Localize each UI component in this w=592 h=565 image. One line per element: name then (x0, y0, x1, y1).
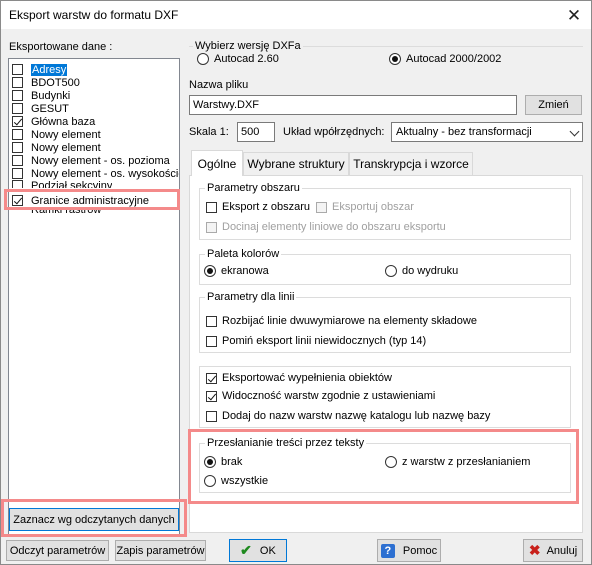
export-from-area-checkbox[interactable]: Eksport z obszaru (206, 201, 310, 213)
help-icon: ? (380, 543, 395, 558)
list-item[interactable]: Główna baza (12, 115, 95, 128)
checkbox[interactable] (206, 335, 217, 347)
list-item[interactable]: Nowy element (12, 141, 101, 154)
checkbox[interactable] (12, 168, 23, 179)
checkbox[interactable] (12, 155, 23, 166)
checkbox[interactable] (206, 410, 217, 422)
scale-input[interactable]: 500 (237, 122, 275, 142)
palette-print-radio[interactable]: do wydruku (385, 265, 458, 277)
checkbox[interactable] (206, 221, 217, 233)
radio[interactable] (385, 456, 397, 468)
version-radio-2000[interactable]: Autocad 2000/2002 (389, 53, 501, 65)
change-file-button[interactable]: Zmień (525, 95, 582, 115)
list-item[interactable]: Nowy element - os. pozioma (12, 154, 170, 167)
list-item[interactable]: Nowy element - os. wysokościo (12, 167, 179, 180)
ok-button[interactable]: ✔ OK (229, 539, 287, 562)
checkbox[interactable] (12, 180, 23, 188)
list-item[interactable]: Budynki (12, 89, 70, 102)
skip-invisible-checkbox[interactable]: Pomiń eksport linii niewidocznych (typ 1… (206, 335, 426, 347)
list-item[interactable]: Podział sekcyjny (12, 180, 112, 188)
list-item[interactable]: GESUT (12, 102, 69, 115)
file-name-label: Nazwa pliku (189, 79, 249, 91)
close-icon[interactable]: ✕ (557, 1, 591, 30)
list-item[interactable]: Nowy element (12, 128, 101, 141)
exported-data-label: Eksportowane dane : (9, 41, 113, 53)
checkbox[interactable] (206, 201, 217, 213)
cancel-button[interactable]: ✖ Anuluj (523, 539, 583, 562)
split-lines-checkbox[interactable]: Rozbijać linie dwuwymiarowe na elementy … (206, 315, 477, 327)
read-params-button[interactable]: Odczyt parametrów (6, 540, 109, 561)
radio[interactable] (204, 475, 216, 487)
chevron-down-icon[interactable] (569, 126, 580, 137)
scale-label: Skala 1: (189, 126, 229, 138)
checkbox[interactable] (12, 103, 23, 114)
radio[interactable] (389, 53, 401, 65)
tab-selected-structures[interactable]: Wybrane struktury (243, 152, 349, 175)
checkbox[interactable] (12, 195, 23, 206)
export-dialog: Eksport warstw do formatu DXF ✕ Eksporto… (0, 0, 592, 565)
radio[interactable] (197, 53, 209, 65)
title-bar: Eksport warstw do formatu DXF ✕ (1, 1, 591, 30)
list-item[interactable]: Ramki rastrów (12, 208, 101, 216)
close-icon: ✖ (528, 542, 541, 558)
checkbox[interactable] (12, 129, 23, 140)
tab-general[interactable]: Ogólne (191, 150, 243, 176)
overlap-all-radio[interactable]: wszystkie (204, 475, 268, 487)
mark-by-read-data-button[interactable]: Zaznacz wg odczytanych danych (9, 508, 179, 531)
add-catalog-name-checkbox[interactable]: Dodaj do nazw warstw nazwę katalogu lub … (206, 410, 490, 422)
export-zone-checkbox[interactable]: Eksportuj obszar (316, 201, 414, 213)
layer-list[interactable]: Adresy BDOT500 Budynki GESUT Główna baza… (8, 58, 180, 536)
checkbox[interactable] (206, 315, 217, 327)
list-item[interactable]: BDOT500 (12, 76, 80, 89)
help-button[interactable]: ? Pomoc (377, 539, 441, 562)
coords-select[interactable]: Aktualny - bez transformacji (391, 122, 583, 142)
save-params-button[interactable]: Zapis parametrów (115, 540, 206, 561)
export-fill-checkbox[interactable]: Eksportować wypełnienia obiektów (206, 372, 392, 384)
checkbox[interactable] (12, 77, 23, 88)
checkbox[interactable] (206, 372, 217, 384)
coords-label: Układ wpółrzędnych: (283, 126, 385, 138)
checkbox[interactable] (12, 142, 23, 153)
list-item[interactable]: Granice administracyjne (12, 194, 149, 207)
radio[interactable] (385, 265, 397, 277)
checkbox[interactable] (206, 390, 217, 402)
trim-lines-checkbox[interactable]: Docinaj elementy liniowe do obszaru eksp… (206, 221, 446, 233)
checkbox[interactable] (316, 201, 327, 213)
check-icon: ✔ (240, 542, 252, 558)
radio[interactable] (204, 456, 216, 468)
checkbox[interactable] (12, 116, 23, 127)
window-title: Eksport warstw do formatu DXF (9, 8, 179, 22)
checkbox[interactable] (12, 64, 23, 75)
checkbox[interactable] (12, 90, 23, 101)
overlap-none-radio[interactable]: brak (204, 456, 242, 468)
overlap-from-layers-radio[interactable]: z warstw z przesłanianiem (385, 456, 530, 468)
file-name-input[interactable]: Warstwy.DXF (189, 95, 517, 115)
tab-transcription[interactable]: Transkrypcja i wzorce (349, 152, 473, 175)
palette-screen-radio[interactable]: ekranowa (204, 265, 269, 277)
layer-visibility-checkbox[interactable]: Widoczność warstw zgodnie z ustawieniami (206, 390, 435, 402)
radio[interactable] (204, 265, 216, 277)
list-item[interactable]: Adresy (12, 63, 68, 76)
version-radio-260[interactable]: Autocad 2.60 (197, 53, 279, 65)
